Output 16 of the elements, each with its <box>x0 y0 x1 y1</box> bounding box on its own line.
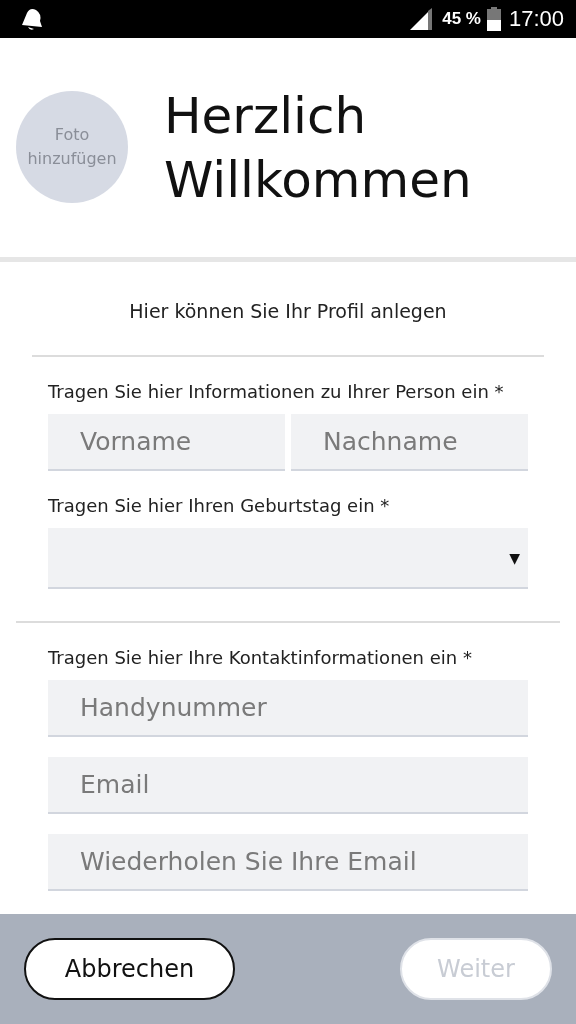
welcome-title: Herzlich Willkommen <box>164 85 473 211</box>
battery-icon <box>486 7 501 31</box>
section-label: Tragen Sie hier Informationen zu Ihrer Person ein * <box>48 380 505 404</box>
date-select[interactable]: ▼ <box>48 528 528 589</box>
input-field[interactable]: Vorname <box>48 414 285 471</box>
input-field[interactable]: Nachname <box>291 414 528 471</box>
cancel-button[interactable]: Abbrechen <box>24 938 235 1000</box>
clock: 17:00 <box>508 6 564 32</box>
input-field[interactable]: Wiederholen Sie Ihre Email <box>48 834 528 891</box>
signal-icon <box>410 8 433 30</box>
battery-percentage: 45 % <box>442 9 481 29</box>
intro-text: Hier können Sie Ihr Profil anlegen <box>32 262 544 357</box>
input-field[interactable]: Email <box>48 757 528 814</box>
section-label: Tragen Sie hier Ihre Kontaktinformationen ein * <box>48 646 473 670</box>
input-field[interactable]: Handynummer <box>48 680 528 737</box>
section-label: Tragen Sie hier Ihren Geburtstag ein * <box>48 494 391 518</box>
